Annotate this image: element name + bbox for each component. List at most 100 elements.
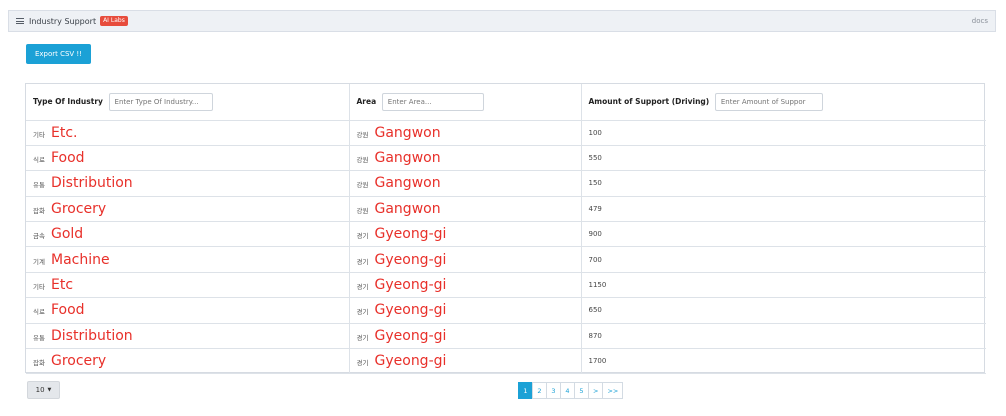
industry-korean-label: 기계 <box>33 257 45 266</box>
area-english-annotation: Gangwon <box>374 150 441 167</box>
amount-value: 1150 <box>588 281 607 290</box>
page-size-select[interactable]: 10 ▼ <box>27 381 60 399</box>
area-english-annotation: Gyeong-gi <box>374 277 447 294</box>
cell-area: 강원 Gangwon <box>349 120 582 146</box>
pagination-item[interactable]: 4 <box>560 382 575 399</box>
pagination-item[interactable]: 5 <box>574 382 589 399</box>
cell-area: 경기 Gyeong-gi <box>349 246 582 273</box>
industry-english-annotation: Etc <box>51 277 74 294</box>
industry-english-annotation: Machine <box>51 251 110 268</box>
table-row[interactable]: 기타 Etc 경기 Gyeong-gi 1150 <box>26 272 986 299</box>
amount-value: 700 <box>588 255 602 264</box>
column-label-type-of-industry[interactable]: Type Of Industry <box>33 97 103 106</box>
column-label-area[interactable]: Area <box>357 97 377 106</box>
pagination-item[interactable]: >> <box>602 382 624 399</box>
table-row[interactable]: 유통 Distribution 강원 Gangwon 150 <box>26 170 986 197</box>
cell-area: 강원 Gangwon <box>349 196 582 223</box>
cell-amount-of-support: 700 <box>581 246 986 273</box>
app-title[interactable]: Industry Support <box>29 17 96 26</box>
amount-value: 550 <box>588 154 602 163</box>
header-type-of-industry: Type Of Industry <box>26 84 350 121</box>
area-english-annotation: Gyeong-gi <box>374 353 447 370</box>
area-english-annotation: Gyeong-gi <box>374 327 447 344</box>
cell-area: 경기 Gyeong-gi <box>349 272 582 299</box>
table-row[interactable]: 유통 Distribution 경기 Gyeong-gi 870 <box>26 323 986 350</box>
filter-type-of-industry-input[interactable] <box>108 92 213 111</box>
area-korean-label: 경기 <box>356 359 369 368</box>
table-row[interactable]: 잡화 Grocery 강원 Gangwon 479 <box>26 196 986 223</box>
industry-english-annotation: Distribution <box>51 327 133 344</box>
cell-amount-of-support: 550 <box>581 145 986 172</box>
ai-labs-badge: AI Labs <box>100 16 128 26</box>
column-label-amount-of-support[interactable]: Amount of Support (Driving) <box>589 97 710 106</box>
industry-korean-label: 기타 <box>33 130 45 139</box>
table-body: 기타 Etc. 강원 Gangwon 100 식료 Food 강원 Gangwon 550 유통 Di… <box>26 120 986 375</box>
pagination-item[interactable]: 1 <box>518 382 533 399</box>
table-row[interactable]: 식료 Food 강원 Gangwon 550 <box>26 145 986 172</box>
industry-english-annotation: Grocery <box>51 200 107 217</box>
cell-area: 경기 Gyeong-gi <box>349 348 582 375</box>
amount-value: 150 <box>588 179 602 188</box>
table-row[interactable]: 기타 Etc. 강원 Gangwon 100 <box>26 120 986 146</box>
industry-english-annotation: Food <box>51 302 85 319</box>
industry-korean-label: 금속 <box>33 232 45 241</box>
area-english-annotation: Gangwon <box>374 124 441 141</box>
filter-amount-of-support-input[interactable] <box>714 92 823 111</box>
filter-area-input[interactable] <box>381 92 484 111</box>
cell-type-of-industry: 식료 Food <box>26 145 350 172</box>
cell-amount-of-support: 1150 <box>581 272 986 299</box>
pagination: 1 2 3 4 5 > >> <box>518 382 624 399</box>
industry-english-annotation: Grocery <box>51 353 107 370</box>
area-korean-label: 강원 <box>356 156 369 165</box>
industry-korean-label: 잡화 <box>33 206 45 215</box>
industry-english-annotation: Distribution <box>51 175 133 192</box>
pagination-item[interactable]: 2 <box>532 382 547 399</box>
area-korean-label: 경기 <box>356 308 369 317</box>
area-english-annotation: Gyeong-gi <box>374 226 447 243</box>
industry-korean-label: 식료 <box>33 308 45 317</box>
cell-amount-of-support: 900 <box>581 221 986 248</box>
cell-type-of-industry: 잡화 Grocery <box>26 196 350 223</box>
caret-down-icon: ▼ <box>47 387 52 393</box>
cell-type-of-industry: 유통 Distribution <box>26 170 350 197</box>
table-row[interactable]: 잡화 Grocery 경기 Gyeong-gi 1700 <box>26 348 986 375</box>
area-english-annotation: Gangwon <box>374 175 441 192</box>
amount-value: 479 <box>588 204 602 213</box>
area-korean-label: 경기 <box>356 283 369 292</box>
header-amount-of-support: Amount of Support (Driving) <box>581 84 986 121</box>
cell-type-of-industry: 기계 Machine <box>26 246 350 273</box>
industry-support-table: Type Of Industry Area Amount of Support … <box>26 84 986 375</box>
cell-amount-of-support: 479 <box>581 196 986 223</box>
cell-type-of-industry: 금속 Gold <box>26 221 350 248</box>
area-korean-label: 강원 <box>356 130 369 139</box>
cell-type-of-industry: 유통 Distribution <box>26 323 350 350</box>
pagination-item[interactable]: > <box>588 382 604 399</box>
cell-type-of-industry: 식료 Food <box>26 297 350 324</box>
data-table-panel: Type Of Industry Area Amount of Support … <box>25 83 986 375</box>
amount-value: 1700 <box>588 357 607 366</box>
table-row[interactable]: 금속 Gold 경기 Gyeong-gi 900 <box>26 221 986 248</box>
cell-type-of-industry: 기타 Etc. <box>26 120 350 146</box>
amount-value: 900 <box>588 230 602 239</box>
table-row[interactable]: 식료 Food 경기 Gyeong-gi 650 <box>26 297 986 324</box>
industry-korean-label: 유통 <box>33 181 45 190</box>
cell-area: 경기 Gyeong-gi <box>349 221 582 248</box>
table-row[interactable]: 기계 Machine 경기 Gyeong-gi 700 <box>26 246 986 273</box>
area-korean-label: 강원 <box>356 206 369 215</box>
hamburger-menu-icon[interactable] <box>16 18 24 24</box>
amount-value: 100 <box>588 128 602 137</box>
industry-korean-label: 잡화 <box>33 359 45 368</box>
docs-link[interactable]: docs <box>972 17 988 25</box>
export-csv-button[interactable]: Export CSV !! <box>26 44 91 64</box>
area-korean-label: 경기 <box>356 232 369 241</box>
header-area: Area <box>349 84 582 121</box>
amount-value: 650 <box>588 306 602 315</box>
industry-korean-label: 유통 <box>33 333 45 342</box>
area-english-annotation: Gyeong-gi <box>374 302 447 319</box>
pagination-item[interactable]: 3 <box>546 382 561 399</box>
page-size-value: 10 <box>35 386 45 394</box>
cell-amount-of-support: 100 <box>581 120 986 146</box>
top-navbar: Industry Support AI Labs docs <box>8 10 996 32</box>
cell-amount-of-support: 150 <box>581 170 986 197</box>
cell-area: 강원 Gangwon <box>349 145 582 172</box>
